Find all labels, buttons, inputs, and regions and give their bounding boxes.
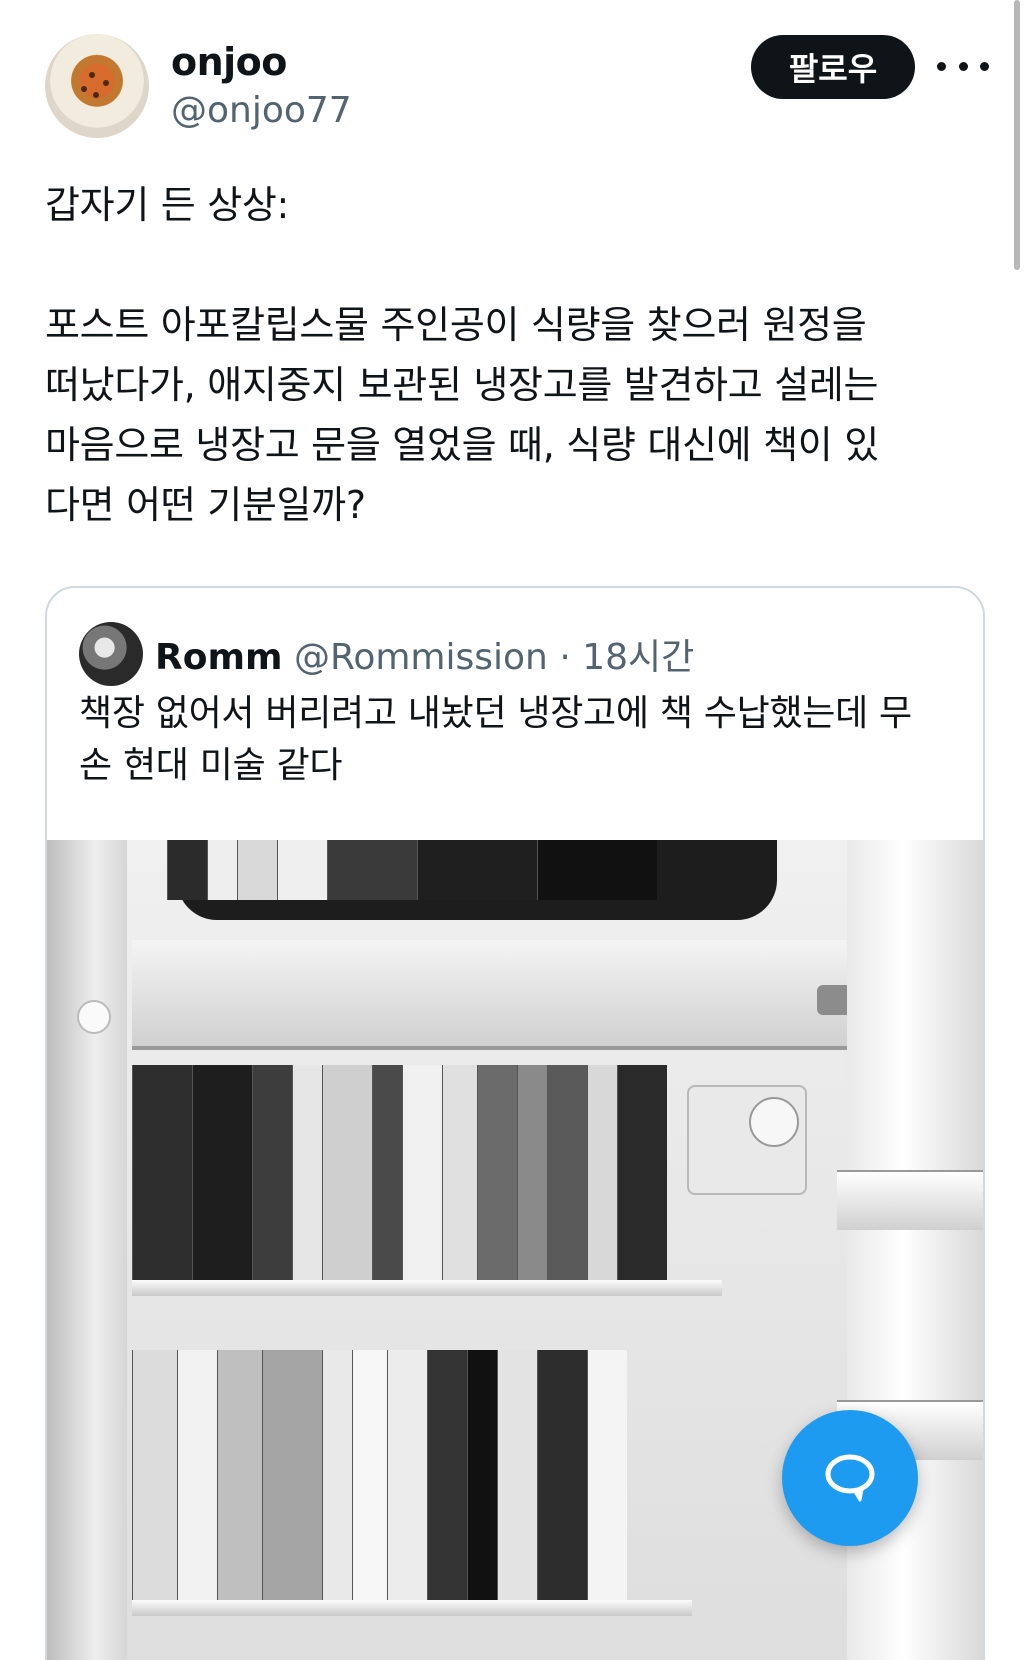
book [537,1350,587,1600]
book [132,1065,192,1280]
book [547,1065,587,1280]
book [617,1065,667,1280]
fridge-frame [47,840,127,1660]
freezer-door [132,940,877,1050]
book [517,1065,547,1280]
book [477,1065,517,1280]
book [277,840,327,900]
book [292,1065,322,1280]
book [207,840,237,900]
book [537,840,657,900]
author-handle[interactable]: @onjoo77 [171,90,352,131]
more-horizontal-icon[interactable] [937,54,989,78]
door-knob [77,1000,111,1034]
book [417,840,537,900]
book [497,1350,537,1600]
book [467,1350,497,1600]
book [387,1350,427,1600]
glass-shelf [132,1600,692,1616]
quoted-author-name[interactable]: Romm [155,637,282,678]
book [427,1350,467,1600]
quoted-timestamp[interactable]: 18시간 [582,637,694,678]
book [587,1350,627,1600]
book [262,1350,322,1600]
quoted-meta: Romm @Rommission · 18시간 [155,628,694,680]
book [327,840,417,900]
quoted-avatar[interactable] [79,622,143,686]
tweet-text: 갑자기 든 상상: 포스트 아포칼립스물 주인공이 식량을 찾으러 원정을 떠났… [45,183,879,527]
book [322,1065,372,1280]
follow-button[interactable]: 팔로우 [751,35,915,99]
chat-bubble-icon[interactable] [782,1410,918,1546]
book [322,1350,352,1600]
glass-shelf [132,1280,722,1296]
book [132,1350,177,1600]
book [167,840,207,900]
book [372,1065,402,1280]
book [217,1350,262,1600]
book [587,1065,617,1280]
tweet-header: onjoo @onjoo77 팔로우 [45,34,989,144]
quoted-author-handle[interactable]: @Rommission [294,637,548,678]
door-shelf [837,1170,983,1230]
book [252,1065,292,1280]
book [192,1065,252,1280]
thermostat [687,1085,807,1195]
meta-separator: · [559,637,571,678]
book [237,840,277,900]
quoted-tweet-text: 책장 없어서 버리려고 내놨던 냉장고에 책 수납했는데 무 손 현대 미술 같… [79,693,912,786]
book [177,1350,217,1600]
book [352,1350,387,1600]
scrollbar[interactable] [1014,0,1020,270]
avatar[interactable] [45,34,149,138]
book [402,1065,442,1280]
book [442,1065,477,1280]
author-name[interactable]: onjoo [171,40,287,84]
